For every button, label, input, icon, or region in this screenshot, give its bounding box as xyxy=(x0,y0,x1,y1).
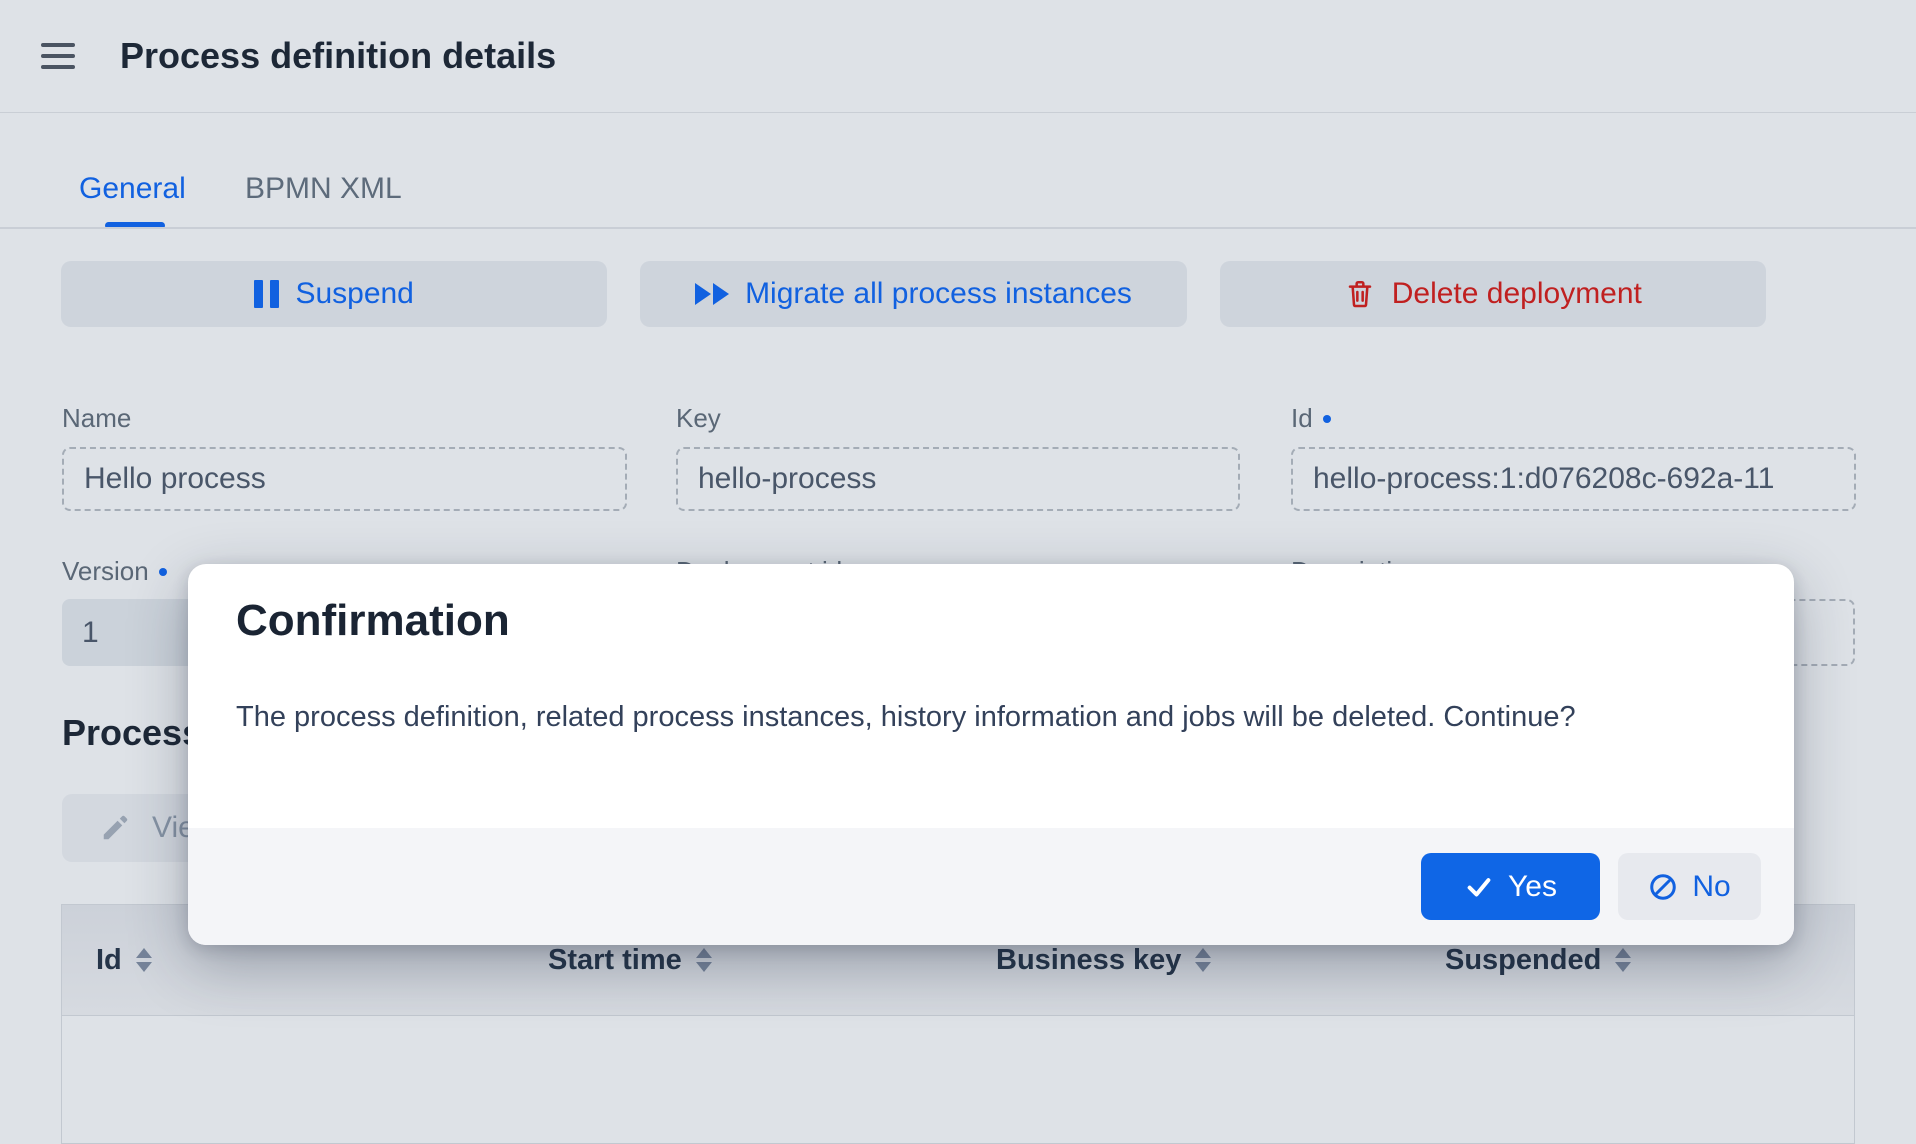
key-label: Key xyxy=(676,403,721,434)
pencil-icon xyxy=(100,813,130,843)
tab-general[interactable]: General xyxy=(79,172,186,206)
yes-button[interactable]: Yes xyxy=(1421,853,1600,920)
version-label: Version xyxy=(62,556,167,587)
required-dot xyxy=(1323,415,1331,423)
check-icon xyxy=(1464,872,1494,902)
sort-icon xyxy=(1195,948,1211,972)
fast-forward-icon xyxy=(695,283,729,305)
sort-icon xyxy=(696,948,712,972)
name-field[interactable]: Hello process xyxy=(62,447,627,511)
tab-divider xyxy=(0,227,1916,229)
process-section-title: Process xyxy=(62,712,202,754)
menu-icon[interactable] xyxy=(41,43,75,69)
dialog-footer: Yes No xyxy=(188,828,1794,945)
delete-deployment-button[interactable]: Delete deployment xyxy=(1220,261,1766,327)
dialog-message: The process definition, related process … xyxy=(236,698,1756,737)
action-button-row: Suspend Migrate all process instances De… xyxy=(61,261,1766,327)
suspend-button[interactable]: Suspend xyxy=(61,261,607,327)
migrate-button[interactable]: Migrate all process instances xyxy=(640,261,1186,327)
sort-icon xyxy=(1615,948,1631,972)
sort-icon xyxy=(136,948,152,972)
no-button[interactable]: No xyxy=(1618,853,1761,920)
confirmation-dialog: Confirmation The process definition, rel… xyxy=(188,564,1794,945)
ban-icon xyxy=(1648,872,1678,902)
pause-icon xyxy=(254,280,279,308)
app-header: Process definition details xyxy=(0,0,1916,113)
page-title: Process definition details xyxy=(120,35,556,77)
id-label: Id xyxy=(1291,403,1331,434)
dialog-title: Confirmation xyxy=(236,596,510,646)
required-dot xyxy=(159,568,167,576)
tab-bpmn-xml[interactable]: BPMN XML xyxy=(245,172,402,206)
trash-icon xyxy=(1344,277,1376,311)
name-label: Name xyxy=(62,403,131,434)
tab-bar: General BPMN XML xyxy=(0,112,1916,229)
key-field[interactable]: hello-process xyxy=(676,447,1240,511)
id-field[interactable]: hello-process:1:d076208c-692a-11 xyxy=(1291,447,1856,511)
